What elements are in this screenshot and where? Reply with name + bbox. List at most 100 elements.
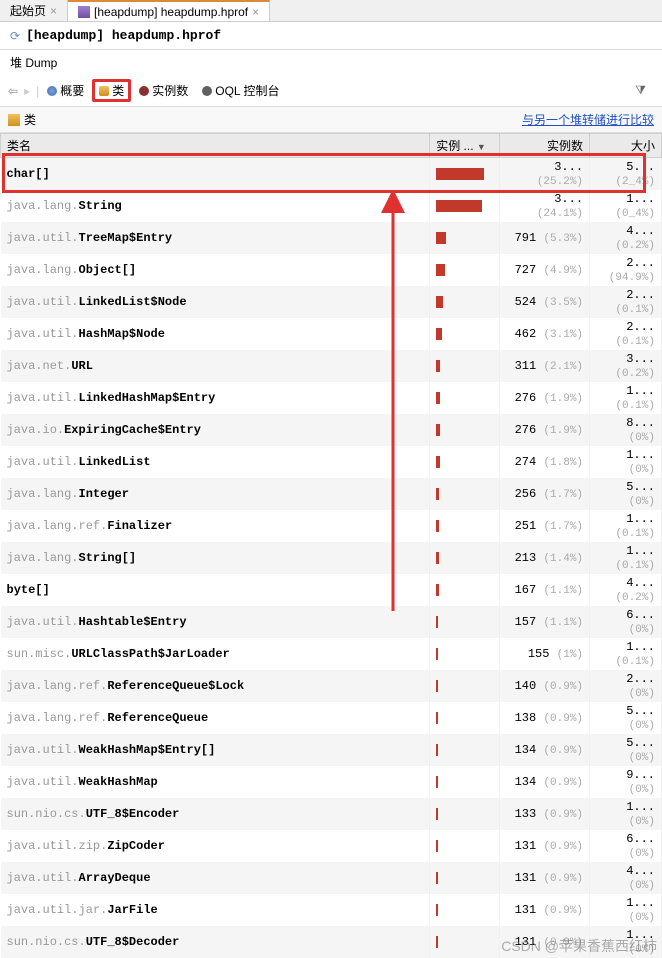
- table-row[interactable]: java.util.Hashtable$Entry157 (1.1%)6... …: [1, 606, 662, 638]
- cell-bar: [430, 638, 500, 670]
- cell-bar: [430, 158, 500, 191]
- tab-label: 起始页: [10, 2, 46, 19]
- cell-instances: 167 (1.1%): [500, 574, 590, 606]
- cell-bar: [430, 350, 500, 382]
- summary-button[interactable]: 概要: [41, 80, 90, 101]
- compare-link[interactable]: 与另一个堆转储进行比较: [522, 111, 654, 128]
- cell-instances: 256 (1.7%): [500, 478, 590, 510]
- table-row[interactable]: java.lang.Object[]727 (4.9%)2... (94.9%): [1, 254, 662, 286]
- refresh-icon[interactable]: ⟳: [10, 29, 20, 43]
- cell-size: 2... (94.9%): [590, 254, 662, 286]
- table-row[interactable]: java.util.LinkedHashMap$Entry276 (1.9%)1…: [1, 382, 662, 414]
- cell-instances: 155 (1%): [500, 638, 590, 670]
- cell-size: 9... (0%): [590, 766, 662, 798]
- cell-classname: java.util.LinkedList: [1, 446, 430, 478]
- col-instances[interactable]: 实例数: [500, 134, 590, 158]
- table-row[interactable]: java.lang.Integer 256 (1.7%)5... (0%): [1, 478, 662, 510]
- cell-bar: [430, 222, 500, 254]
- cell-instances: 140 (0.9%): [500, 670, 590, 702]
- table-row[interactable]: java.util.WeakHashMap134 (0.9%)9... (0%): [1, 766, 662, 798]
- cell-classname: java.util.zip.ZipCoder: [1, 830, 430, 862]
- cell-size: 4... (0.2%): [590, 574, 662, 606]
- cell-classname: sun.misc.URLClassPath$JarLoader: [1, 638, 430, 670]
- classes-icon: [99, 86, 109, 96]
- cell-classname: char[]: [1, 158, 430, 191]
- table-row[interactable]: java.util.zip.ZipCoder 131 (0.9%)6... (0%…: [1, 830, 662, 862]
- tab-heapdump[interactable]: [heapdump] heapdump.hprof ×: [68, 0, 270, 21]
- cell-classname: java.lang.Integer: [1, 478, 430, 510]
- cell-bar: [430, 926, 500, 958]
- cell-size: 5... (0%): [590, 478, 662, 510]
- table-row[interactable]: java.util.HashMap$Node462 (3.1%)2... (0.…: [1, 318, 662, 350]
- cell-bar: [430, 382, 500, 414]
- cell-instances: 213 (1.4%): [500, 542, 590, 574]
- cell-size: 1... (0_4%): [590, 190, 662, 222]
- table-row[interactable]: java.util.jar.JarFile131 (0.9%)1... (0%): [1, 894, 662, 926]
- back-icon[interactable]: ⇦: [8, 84, 18, 98]
- table-row[interactable]: java.util.TreeMap$Entry791 (5.3%)4... (0…: [1, 222, 662, 254]
- cell-classname: java.util.TreeMap$Entry: [1, 222, 430, 254]
- cell-instances: 276 (1.9%): [500, 382, 590, 414]
- table-row[interactable]: char[]3... (25.2%)5... (2_4%): [1, 158, 662, 191]
- table-container: 类名 实例 ... ▼ 实例数 大小 char[]3... (25.2%)5..…: [0, 133, 662, 958]
- forward-icon[interactable]: ▸: [24, 84, 30, 98]
- heapdump-icon: [78, 6, 90, 18]
- col-classname[interactable]: 类名: [1, 134, 430, 158]
- cell-classname: java.util.WeakHashMap$Entry[]: [1, 734, 430, 766]
- table-row[interactable]: sun.misc.URLClassPath$JarLoader155 (1%)1…: [1, 638, 662, 670]
- tab-start-page[interactable]: 起始页 ×: [0, 0, 68, 21]
- cell-classname: java.util.LinkedHashMap$Entry: [1, 382, 430, 414]
- col-instances-pct[interactable]: 实例 ... ▼: [430, 134, 500, 158]
- table-row[interactable]: java.io.ExpiringCache$Entry276 (1.9%)8..…: [1, 414, 662, 446]
- table-row[interactable]: java.lang.ref.Finalizer251 (1.7%)1... (0…: [1, 510, 662, 542]
- oql-button[interactable]: OQL 控制台: [196, 80, 285, 101]
- close-icon[interactable]: ×: [252, 5, 259, 19]
- cell-classname: sun.nio.cs.UTF_8$Encoder: [1, 798, 430, 830]
- table-row[interactable]: byte[] 167 (1.1%)4... (0.2%): [1, 574, 662, 606]
- table-row[interactable]: java.lang.String[]213 (1.4%)1... (0.1%): [1, 542, 662, 574]
- cell-classname: java.net.URL: [1, 350, 430, 382]
- cell-size: 6... (0%): [590, 830, 662, 862]
- editor-tabs: 起始页 × [heapdump] heapdump.hprof ×: [0, 0, 662, 22]
- cell-instances: 138 (0.9%): [500, 702, 590, 734]
- cell-bar: [430, 606, 500, 638]
- cell-size: 8... (0%): [590, 414, 662, 446]
- table-row[interactable]: java.util.LinkedList274 (1.8%)1... (0%): [1, 446, 662, 478]
- cell-bar: [430, 510, 500, 542]
- cell-size: 2... (0.1%): [590, 318, 662, 350]
- cell-classname: java.lang.ref.Finalizer: [1, 510, 430, 542]
- classes-button[interactable]: 类: [92, 79, 131, 102]
- table-row[interactable]: java.lang.String3... (24.1%)1... (0_4%): [1, 190, 662, 222]
- table-row[interactable]: java.util.WeakHashMap$Entry[]134 (0.9%)5…: [1, 734, 662, 766]
- cell-size: 2... (0%): [590, 670, 662, 702]
- cell-size: 1... (0%): [590, 446, 662, 478]
- cell-instances: 311 (2.1%): [500, 350, 590, 382]
- heap-dump-label: 堆 Dump: [0, 50, 662, 75]
- info-icon: [47, 86, 57, 96]
- oql-icon: [202, 86, 212, 96]
- cell-size: 1... (0%): [590, 894, 662, 926]
- tab-label: [heapdump] heapdump.hprof: [94, 5, 248, 19]
- instances-button[interactable]: 实例数: [133, 80, 194, 101]
- cell-bar: [430, 734, 500, 766]
- close-icon[interactable]: ×: [50, 4, 57, 18]
- table-row[interactable]: java.util.LinkedList$Node524 (3.5%)2... …: [1, 286, 662, 318]
- cell-classname: java.lang.ref.ReferenceQueue: [1, 702, 430, 734]
- table-row[interactable]: java.net.URL311 (2.1%)3... (0.2%): [1, 350, 662, 382]
- cell-size: 6... (0%): [590, 606, 662, 638]
- cell-instances: 3... (24.1%): [500, 190, 590, 222]
- table-row[interactable]: java.lang.ref.ReferenceQueue$Lock140 (0.…: [1, 670, 662, 702]
- table-row[interactable]: java.util.ArrayDeque131 (0.9%)4... (0%): [1, 862, 662, 894]
- col-size[interactable]: 大小: [590, 134, 662, 158]
- cell-instances: 131 (0.9%): [500, 830, 590, 862]
- cell-classname: byte[]: [1, 574, 430, 606]
- cell-size: 5... (0%): [590, 702, 662, 734]
- cell-bar: [430, 542, 500, 574]
- filter-icon[interactable]: ⧩: [635, 83, 646, 98]
- file-title: [heapdump] heapdump.hprof: [26, 28, 221, 43]
- cell-size: 5... (0%): [590, 734, 662, 766]
- table-row[interactable]: java.lang.ref.ReferenceQueue 138 (0.9%)5.…: [1, 702, 662, 734]
- cell-size: 1... (0.1%): [590, 542, 662, 574]
- cell-bar: [430, 414, 500, 446]
- table-row[interactable]: sun.nio.cs.UTF_8$Encoder133 (0.9%)1... (…: [1, 798, 662, 830]
